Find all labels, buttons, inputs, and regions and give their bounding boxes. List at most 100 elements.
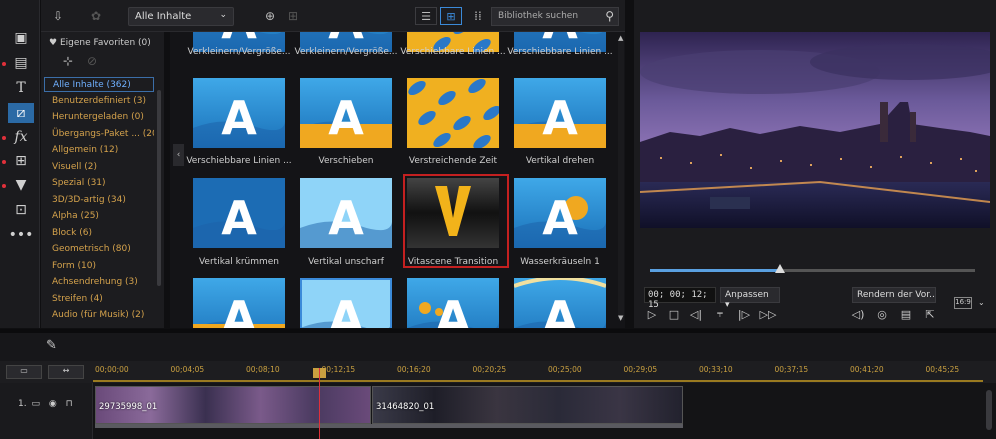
ruler-tick-label: 00;33;10	[699, 365, 733, 374]
category-sidebar: ♥ Eigene Favoriten (0) ⊹ ⊘ Alle Inhalte …	[41, 32, 164, 328]
ruler-tick-label: 00;08;10	[246, 365, 280, 374]
transition-tile[interactable]: A	[193, 78, 285, 148]
chevron-down-icon[interactable]: ⌄	[978, 298, 985, 307]
transition-tile[interactable]	[407, 78, 499, 148]
category-item[interactable]: Block (6)	[44, 226, 154, 241]
category-item[interactable]: Audio (für Musik) (2)	[44, 308, 154, 323]
category-item[interactable]: Form (10)	[44, 259, 154, 274]
aspect-ratio-button[interactable]: 16:9	[954, 297, 972, 309]
preview-position-thumb[interactable]	[775, 264, 785, 273]
transition-tile[interactable]: A	[193, 178, 285, 248]
undock-icon[interactable]: ⇱	[922, 307, 938, 321]
transition-tile[interactable]: A	[193, 278, 285, 328]
left-toolbar: ▣ ▤ T ⧄ fx ⊞ ▼ ⊡ •••	[0, 0, 40, 328]
transition-tile[interactable]: A	[300, 278, 392, 328]
tile-caption: Verkleinern/Vergröße...	[187, 47, 291, 57]
fx-room-icon[interactable]: fx	[8, 127, 34, 147]
ruler-tick-label: 00;20;25	[472, 365, 507, 374]
timeline-clip[interactable]: 29735998_01	[95, 386, 371, 424]
transition-grid: A Verkleinern/Vergröße... A Verkleinern/Ver…	[170, 32, 625, 328]
sidebar-scrollbar[interactable]	[157, 90, 161, 286]
volume-icon[interactable]: ◁)	[850, 307, 866, 321]
subtitle-room-icon[interactable]: ⊡	[8, 200, 34, 220]
preview-position-slider[interactable]	[650, 264, 975, 273]
category-item[interactable]: Allgemein (12)	[44, 143, 154, 158]
category-item[interactable]: Achsendrehung (3)	[44, 275, 154, 290]
category-item[interactable]: Heruntergeladen (0)	[44, 110, 154, 125]
timecode-display[interactable]: 00; 00; 12; 15	[644, 287, 716, 310]
tile-caption: Vertikal unscharf	[308, 257, 384, 267]
ruler-tick-label: 00;37;15	[774, 365, 809, 374]
tile-caption: Vitascene Transition	[407, 257, 499, 267]
transition-tile[interactable]: A	[514, 278, 606, 328]
indicator-dot	[2, 184, 6, 188]
split-icon[interactable]: ⫧	[712, 307, 728, 321]
search-input[interactable]: Bibliothek suchen ⚲	[491, 7, 619, 26]
more-icon[interactable]: •••	[8, 225, 34, 245]
category-item[interactable]: Streifen (4)	[44, 292, 154, 307]
search-icon[interactable]: ⚲	[605, 9, 614, 23]
stop-icon[interactable]: □	[666, 307, 682, 321]
add-icon[interactable]: ⊕	[261, 7, 279, 25]
category-item[interactable]: Visuell (2)	[44, 160, 154, 175]
remove-tag-icon: ⊘	[87, 54, 98, 68]
grid-density-icon[interactable]: ⁞⁞	[469, 7, 487, 25]
visibility-eye-icon[interactable]: ◉	[49, 399, 57, 409]
transition-tile[interactable]: A	[514, 178, 606, 248]
scroll-up-icon[interactable]: ▲	[618, 34, 623, 42]
tile-caption: Verschiebbare Linien ...	[507, 47, 613, 57]
category-item[interactable]: Alle Inhalte (362)	[44, 77, 154, 92]
playhead[interactable]	[319, 368, 320, 439]
filter-dropdown[interactable]: Alle Inhalte ⌄	[128, 7, 234, 26]
render-preview-button[interactable]: Rendern der Vor...	[852, 287, 936, 303]
track-manager-icon[interactable]: ▭	[6, 365, 42, 379]
pip-room-icon[interactable]: ⊞	[8, 151, 34, 171]
transition-room-icon[interactable]: ⧄	[8, 103, 34, 123]
import-icon[interactable]: ⇩	[49, 7, 67, 25]
effects-room-icon[interactable]: ▤	[8, 53, 34, 73]
timeline-clip[interactable]: 31464820_01	[372, 386, 683, 424]
favorites-label: Eigene Favoriten (0)	[59, 38, 151, 48]
media-room-icon[interactable]: ▣	[8, 28, 34, 48]
category-item[interactable]: Alpha (25)	[44, 209, 154, 224]
grid-scrollbar[interactable]: ▲ ▼	[618, 34, 624, 322]
fit-dropdown[interactable]: Anpassen ▾	[720, 287, 780, 310]
transition-tile[interactable]: A	[407, 278, 499, 328]
grid-view-icon[interactable]: ⊞	[440, 7, 462, 25]
transition-tile[interactable]: A	[514, 78, 606, 148]
previous-frame-icon[interactable]: ◁|	[688, 307, 704, 321]
ruler-tick-label: 00;25;00	[548, 365, 582, 374]
category-item[interactable]: Übergangs-Paket ... (20)	[44, 127, 154, 142]
tile-caption: Vertikal drehen	[525, 156, 595, 166]
category-item[interactable]: Geometrisch (80)	[44, 242, 154, 257]
title-room-icon[interactable]: T	[8, 78, 34, 98]
particle-room-icon[interactable]: ▼	[8, 175, 34, 195]
category-item[interactable]: Spezial (31)	[44, 176, 154, 191]
library-toolbar: ⇩ ✿ Alle Inhalte ⌄ ⊕ ⊞ ☰ ⊞ ⁞⁞ Bibliothek…	[41, 0, 625, 32]
ruler-tick-label: 00;12;15	[321, 365, 356, 374]
timeline-scrollbar[interactable]	[986, 390, 992, 430]
scroll-down-icon[interactable]: ▼	[618, 314, 623, 322]
category-item[interactable]: Benutzerdefiniert (3)	[44, 94, 154, 109]
add-tag-icon[interactable]: ⊹	[63, 54, 73, 68]
svg-text:A: A	[328, 91, 364, 145]
category-item[interactable]: 3D/3D-artig (34)	[44, 193, 154, 208]
list-view-icon[interactable]: ☰	[415, 7, 437, 25]
collapse-sidebar-button[interactable]: ‹	[173, 144, 184, 166]
favorites-item[interactable]: ♥ Eigene Favoriten (0)	[49, 38, 151, 48]
track-video-icon: ▭	[31, 399, 40, 409]
tile-caption: Verschiebbare Linien ...	[400, 47, 506, 57]
play-icon[interactable]: ▷	[644, 307, 660, 321]
fast-forward-icon[interactable]: ▷▷	[760, 307, 777, 321]
ruler-tick-label: 00;04;05	[170, 365, 205, 374]
subtitle-icon[interactable]: ▤	[898, 307, 914, 321]
search-placeholder: Bibliothek suchen	[498, 11, 579, 21]
lock-icon[interactable]: ⊓	[66, 399, 73, 409]
fit-timeline-icon[interactable]: ↔	[48, 365, 84, 379]
edit-pen-icon[interactable]: ✎	[46, 338, 57, 353]
transition-tile[interactable]: A	[300, 178, 392, 248]
snapshot-icon[interactable]: ◎	[874, 307, 890, 321]
transition-tile[interactable]: A	[300, 78, 392, 148]
indicator-dot	[2, 136, 6, 140]
next-frame-icon[interactable]: |▷	[736, 307, 752, 321]
